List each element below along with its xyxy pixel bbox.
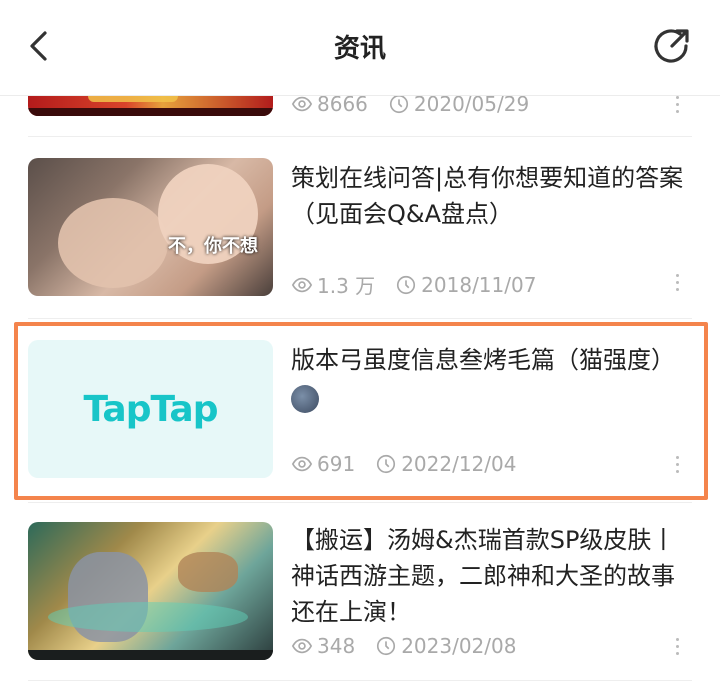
publish-date: 2018/11/07: [421, 272, 537, 297]
more-icon[interactable]: [674, 274, 680, 296]
article-meta: 1.3 万 2018/11/07: [291, 270, 536, 299]
list-item[interactable]: 【搬运】汤姆&杰瑞首款SP级皮肤丨 神话西游主题，二郎神和大圣的故事 还在上演！…: [28, 522, 692, 662]
title-line: 还在上演！: [291, 598, 411, 626]
article-title[interactable]: 版本弓虽度信息叁烤毛篇（猫强度）: [291, 342, 691, 414]
top-bar: 资讯: [0, 0, 720, 96]
title-line: 策划在线问答|总有你想要知道的答案: [291, 164, 684, 192]
clock-icon: [397, 275, 416, 294]
article-thumbnail: 不，你不想: [28, 158, 273, 296]
more-icon[interactable]: [674, 96, 680, 118]
divider: [28, 318, 692, 319]
publish-date: 2022/12/04: [401, 452, 517, 476]
eye-icon: [291, 456, 313, 472]
more-icon[interactable]: [674, 638, 680, 660]
article-meta: 691 2022/12/04: [291, 452, 516, 476]
article-meta: 348 2023/02/08: [291, 634, 516, 658]
title-line: （见面会Q&A盘点）: [291, 200, 514, 228]
clock-icon: [389, 94, 408, 114]
article-list: 8666 2020/05/29 不，你不想 策划在线问答|总有你想要知道的答案 …: [0, 0, 720, 683]
view-count: 691: [317, 452, 356, 476]
title-line: 【搬运】汤姆&杰瑞首款SP级皮肤丨: [291, 526, 676, 554]
divider: [28, 502, 692, 503]
eye-icon: [291, 96, 313, 112]
taptap-logo: TapTap: [83, 388, 219, 430]
article-title[interactable]: 【搬运】汤姆&杰瑞首款SP级皮肤丨 神话西游主题，二郎神和大圣的故事 还在上演！: [291, 522, 691, 630]
thumbnail-caption: 不，你不想: [168, 236, 258, 257]
title-line: 版本弓虽度信息叁烤毛篇（猫强度）: [291, 346, 675, 374]
eye-icon: [291, 277, 313, 292]
share-icon[interactable]: [650, 26, 692, 68]
more-icon[interactable]: [674, 456, 680, 478]
view-count: 348: [317, 634, 356, 658]
title-line: 神话西游主题，二郎神和大圣的故事: [291, 562, 675, 590]
moon-emoji-icon: [291, 385, 319, 413]
view-count: 1.3 万: [317, 274, 376, 298]
divider: [28, 136, 692, 137]
divider: [28, 680, 692, 681]
eye-icon: [291, 638, 313, 654]
article-title[interactable]: 策划在线问答|总有你想要知道的答案 （见面会Q&A盘点）: [291, 160, 691, 232]
publish-date: 2023/02/08: [401, 634, 517, 658]
list-item[interactable]: TapTap 版本弓虽度信息叁烤毛篇（猫强度） 691 2022/12/04: [28, 340, 692, 480]
page-title: 资讯: [333, 34, 386, 64]
clock-icon: [377, 636, 396, 656]
clock-icon: [377, 454, 396, 474]
article-thumbnail: TapTap: [28, 340, 273, 478]
article-thumbnail: [28, 522, 273, 660]
list-item[interactable]: 不，你不想 策划在线问答|总有你想要知道的答案 （见面会Q&A盘点） 1.3 万…: [28, 158, 692, 298]
